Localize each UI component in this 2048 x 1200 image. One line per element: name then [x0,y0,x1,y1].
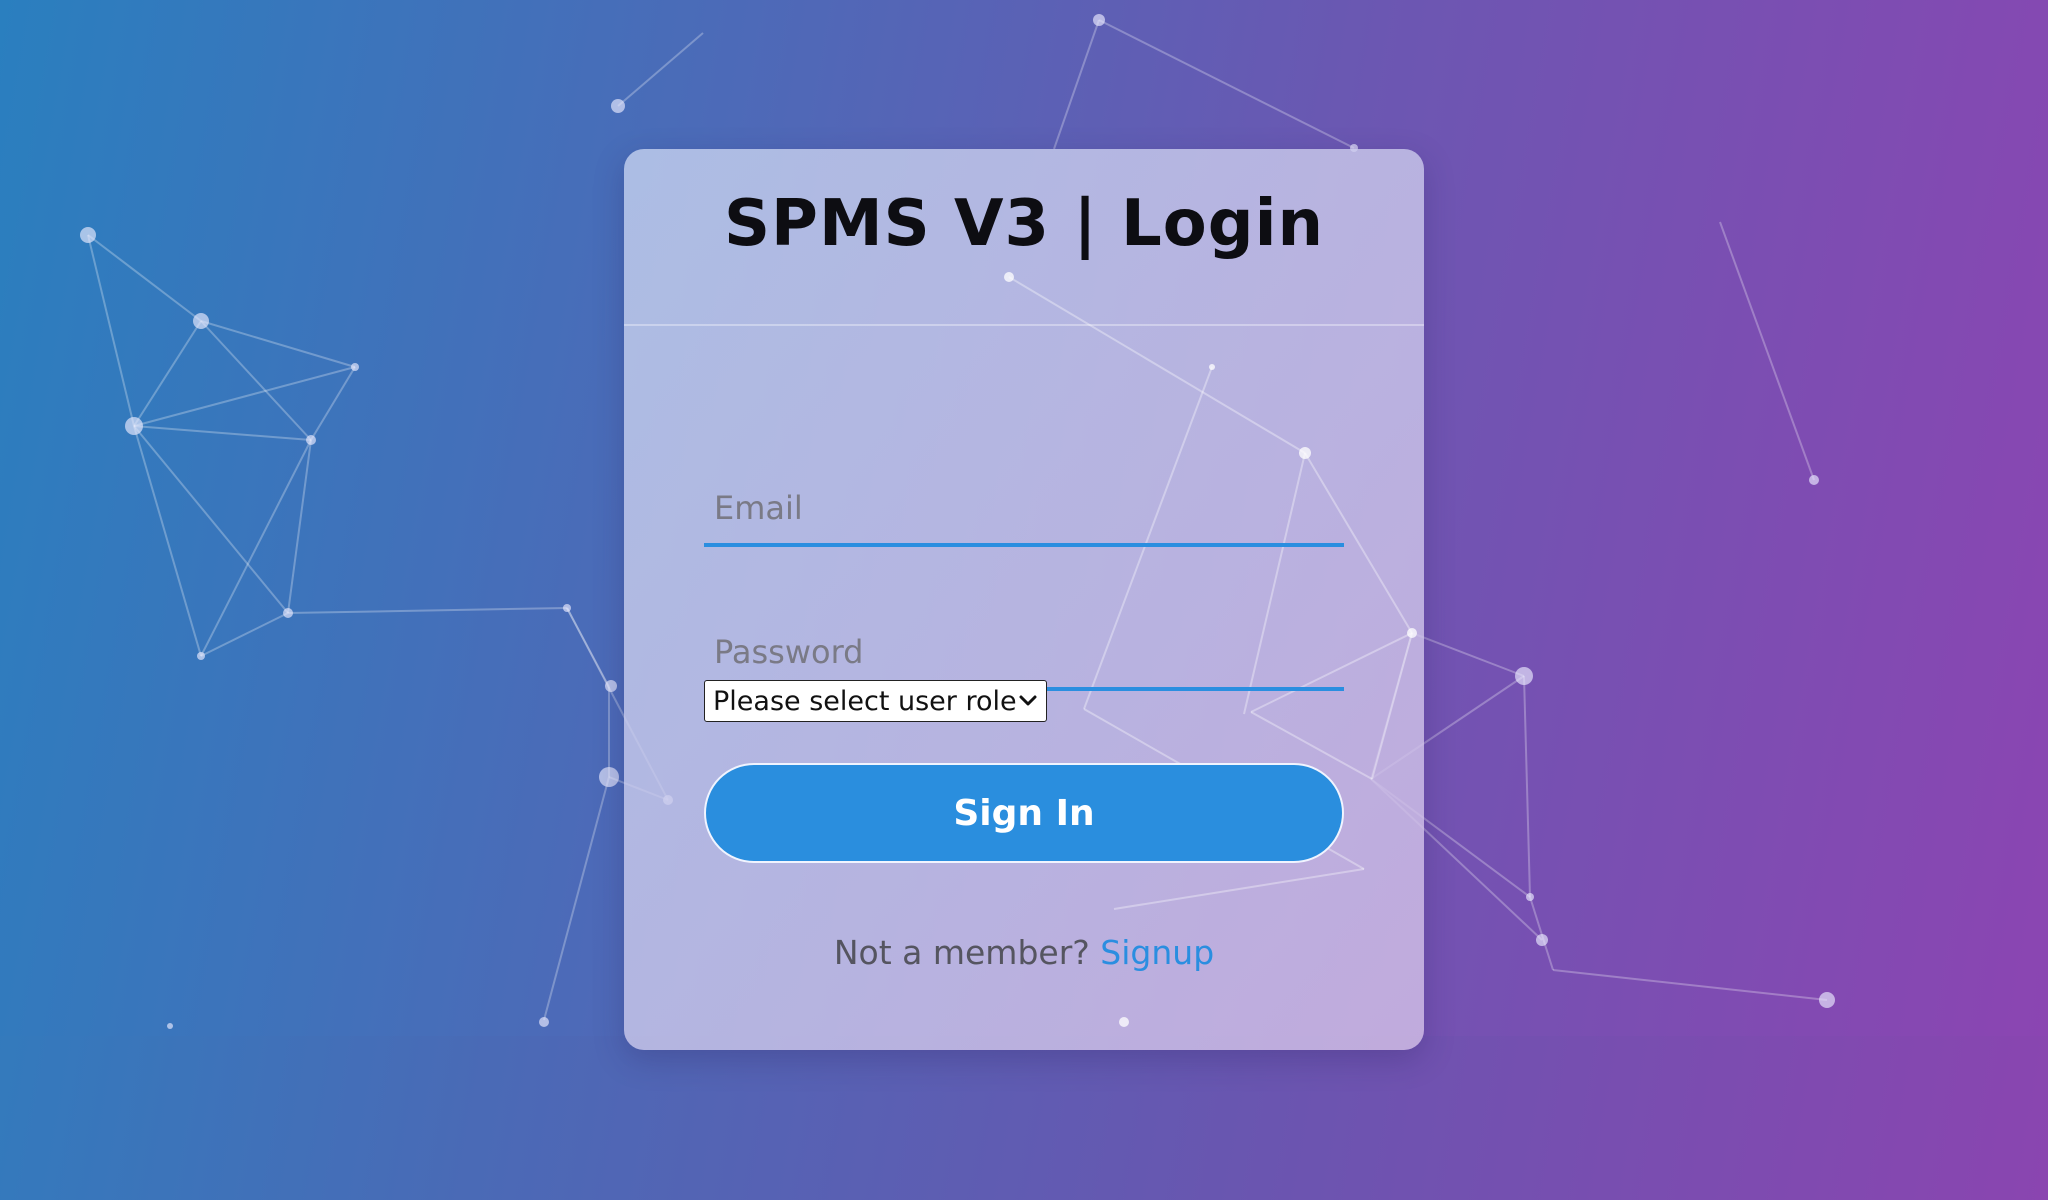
signup-prompt-row: Not a member? Signup [624,933,1424,972]
password-input[interactable] [704,617,1344,687]
email-input[interactable] [704,473,1344,543]
signup-link[interactable]: Signup [1100,933,1214,972]
chevron-down-icon [1018,691,1038,711]
user-role-select[interactable]: Please select user role [704,680,1047,722]
page-title: SPMS V3 | Login [723,187,1325,261]
sign-in-label: Sign In [953,792,1095,834]
sign-in-button[interactable]: Sign In [704,763,1344,863]
login-card: SPMS V3 | Login Please select user role … [624,149,1424,1050]
user-role-select-value: Please select user role [713,685,1017,717]
signup-prompt-text: Not a member? [833,933,1090,972]
card-particle-network [1004,272,1417,1027]
title-divider [624,324,1424,326]
email-field [704,473,1344,547]
